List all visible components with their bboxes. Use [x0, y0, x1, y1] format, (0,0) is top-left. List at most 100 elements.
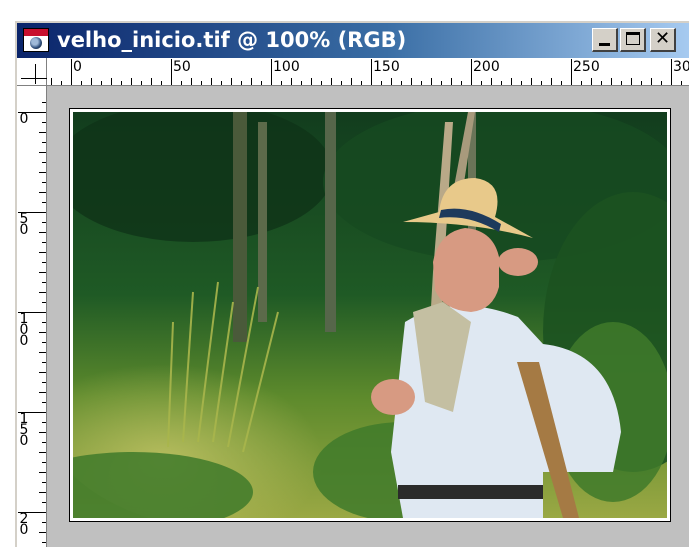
- ruler-tick: [641, 81, 642, 85]
- ruler-tick: [39, 532, 46, 533]
- ruler-tick: [121, 81, 122, 85]
- ruler-tick: [281, 81, 282, 85]
- ruler-tick: [271, 59, 272, 85]
- ruler-tick: [391, 78, 392, 85]
- ruler-tick: [371, 59, 372, 85]
- ruler-tick: [151, 78, 152, 85]
- ruler-tick: [461, 81, 462, 85]
- ruler-tick: [511, 78, 512, 85]
- ruler-tick: [131, 78, 132, 85]
- ruler-tick: [42, 302, 46, 303]
- ruler-tick: [491, 78, 492, 85]
- ruler-tick: [451, 78, 452, 85]
- ruler-tick: [431, 78, 432, 85]
- vertical-ruler-label: 0: [19, 222, 29, 238]
- close-button[interactable]: ✕: [650, 28, 676, 52]
- ruler-tick: [441, 81, 442, 85]
- ruler-tick: [39, 232, 46, 233]
- canvas-area[interactable]: [47, 86, 689, 547]
- photoshop-document-icon[interactable]: [23, 28, 49, 52]
- maximize-icon: [626, 32, 640, 45]
- horizontal-ruler-label: 0: [73, 59, 82, 75]
- close-icon: ✕: [654, 28, 671, 49]
- ruler-tick: [581, 81, 582, 85]
- ruler-tick: [631, 78, 632, 85]
- ruler-origin[interactable]: [17, 58, 47, 86]
- ruler-tick: [611, 78, 612, 85]
- ruler-tick: [39, 432, 46, 433]
- ruler-tick: [221, 81, 222, 85]
- ruler-tick: [661, 81, 662, 85]
- ruler-tick: [39, 252, 46, 253]
- maximize-button[interactable]: [620, 28, 646, 52]
- ruler-tick: [39, 192, 46, 193]
- ruler-tick: [42, 542, 46, 543]
- ruler-tick: [42, 122, 46, 123]
- ruler-tick: [91, 78, 92, 85]
- ruler-tick: [42, 222, 46, 223]
- ruler-tick: [381, 81, 382, 85]
- ruler-tick: [321, 81, 322, 85]
- ruler-tick: [241, 81, 242, 85]
- ruler-tick: [561, 81, 562, 85]
- vertical-ruler-label: 0: [19, 522, 29, 538]
- ruler-tick: [521, 81, 522, 85]
- ruler-tick: [39, 332, 46, 333]
- ruler-tick: [471, 59, 472, 85]
- horizontal-ruler-label: 250: [573, 59, 600, 75]
- ruler-tick: [621, 81, 622, 85]
- ruler-tick: [541, 81, 542, 85]
- ruler-tick: [42, 482, 46, 483]
- ruler-tick: [211, 78, 212, 85]
- ruler-tick: [601, 81, 602, 85]
- title-bar[interactable]: velho_inicio.tif @ 100% (RGB) ✕: [17, 23, 689, 58]
- ruler-tick: [39, 352, 46, 353]
- ruler-tick: [61, 81, 62, 85]
- horizontal-ruler[interactable]: 0 50 100 150 200 250 30: [47, 58, 689, 86]
- vertical-ruler-label: 0: [19, 333, 29, 349]
- minimize-button[interactable]: [592, 28, 618, 52]
- ruler-tick: [42, 142, 46, 143]
- document-window[interactable]: velho_inicio.tif @ 100% (RGB) ✕ 0 50 100 15…: [14, 20, 689, 547]
- ruler-tick: [291, 78, 292, 85]
- ruler-tick: [531, 78, 532, 85]
- ruler-tick: [141, 81, 142, 85]
- vertical-ruler[interactable]: 05010015020: [17, 86, 47, 547]
- horizontal-ruler-label: 200: [473, 59, 500, 75]
- ruler-tick: [501, 81, 502, 85]
- ruler-tick: [51, 78, 52, 85]
- ruler-tick: [39, 472, 46, 473]
- document-image[interactable]: [69, 108, 671, 522]
- ruler-tick: [42, 402, 46, 403]
- horizontal-ruler-label: 30: [673, 59, 689, 75]
- ruler-tick: [42, 362, 46, 363]
- ruler-tick: [401, 81, 402, 85]
- ruler-tick: [421, 81, 422, 85]
- ruler-tick: [571, 59, 572, 85]
- ruler-tick: [42, 202, 46, 203]
- ruler-tick: [39, 372, 46, 373]
- ruler-tick: [481, 81, 482, 85]
- minimize-icon: [599, 43, 610, 46]
- ruler-tick: [39, 492, 46, 493]
- ruler-tick: [42, 182, 46, 183]
- ruler-tick: [411, 78, 412, 85]
- ruler-tick: [42, 242, 46, 243]
- ruler-tick: [71, 59, 72, 85]
- ruler-tick: [181, 81, 182, 85]
- ruler-tick: [191, 78, 192, 85]
- ruler-tick: [39, 272, 46, 273]
- ruler-tick: [671, 59, 672, 85]
- ruler-tick: [171, 59, 172, 85]
- horizontal-ruler-label: 50: [173, 59, 191, 75]
- ruler-tick: [161, 81, 162, 85]
- ruler-tick: [591, 78, 592, 85]
- vertical-ruler-label: 0: [19, 433, 29, 449]
- vertical-ruler-label: 0: [19, 111, 29, 127]
- ruler-tick: [42, 422, 46, 423]
- window-title: velho_inicio.tif @ 100% (RGB): [57, 28, 407, 52]
- photo-old-man-in-forest: [73, 112, 667, 518]
- ruler-tick: [39, 172, 46, 173]
- ruler-tick: [331, 78, 332, 85]
- ruler-tick: [39, 452, 46, 453]
